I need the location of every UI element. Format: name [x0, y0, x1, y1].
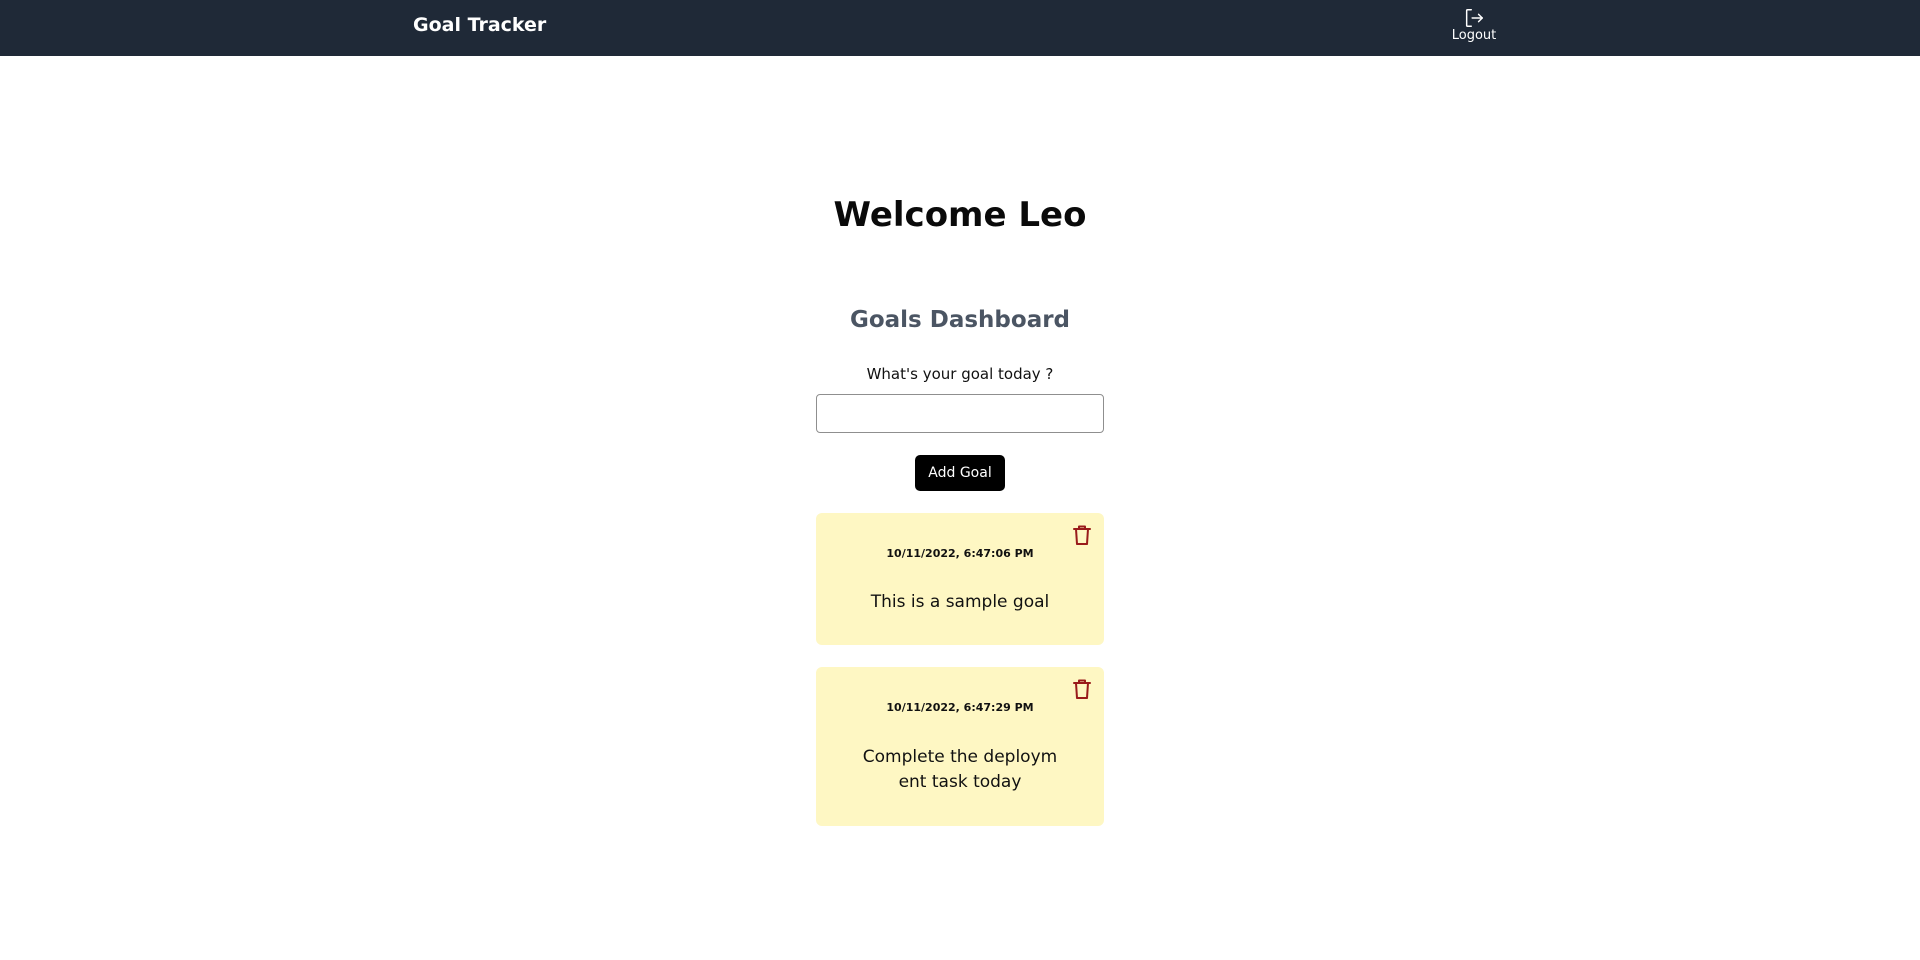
goal-timestamp: 10/11/2022, 6:47:29 PM — [886, 701, 1034, 714]
top-navbar: Goal Tracker Logout — [0, 0, 1920, 56]
goal-card: 10/11/2022, 6:47:29 PM Complete the depl… — [816, 667, 1104, 826]
logout-button[interactable]: Logout — [1446, 7, 1502, 47]
logout-icon — [1465, 9, 1483, 27]
dashboard-title: Goals Dashboard — [849, 307, 1071, 333]
delete-goal-button[interactable] — [1072, 524, 1092, 546]
welcome-heading: Welcome Leo — [833, 195, 1087, 235]
goal-text: This is a sample goal — [870, 592, 1050, 612]
add-goal-button[interactable]: Add Goal — [915, 455, 1005, 491]
trash-icon — [1073, 525, 1091, 545]
logout-label: Logout — [1451, 28, 1497, 43]
delete-goal-button[interactable] — [1072, 678, 1092, 700]
trash-icon — [1073, 679, 1091, 699]
goal-input-label: What's your goal today ? — [866, 365, 1054, 383]
goal-text: Complete the deployment task today — [862, 747, 1058, 792]
goal-card: 10/11/2022, 6:47:06 PM This is a sample … — [816, 513, 1104, 645]
goal-timestamp: 10/11/2022, 6:47:06 PM — [886, 547, 1034, 560]
goal-input[interactable] — [816, 394, 1104, 433]
app-title: Goal Tracker — [413, 14, 547, 36]
